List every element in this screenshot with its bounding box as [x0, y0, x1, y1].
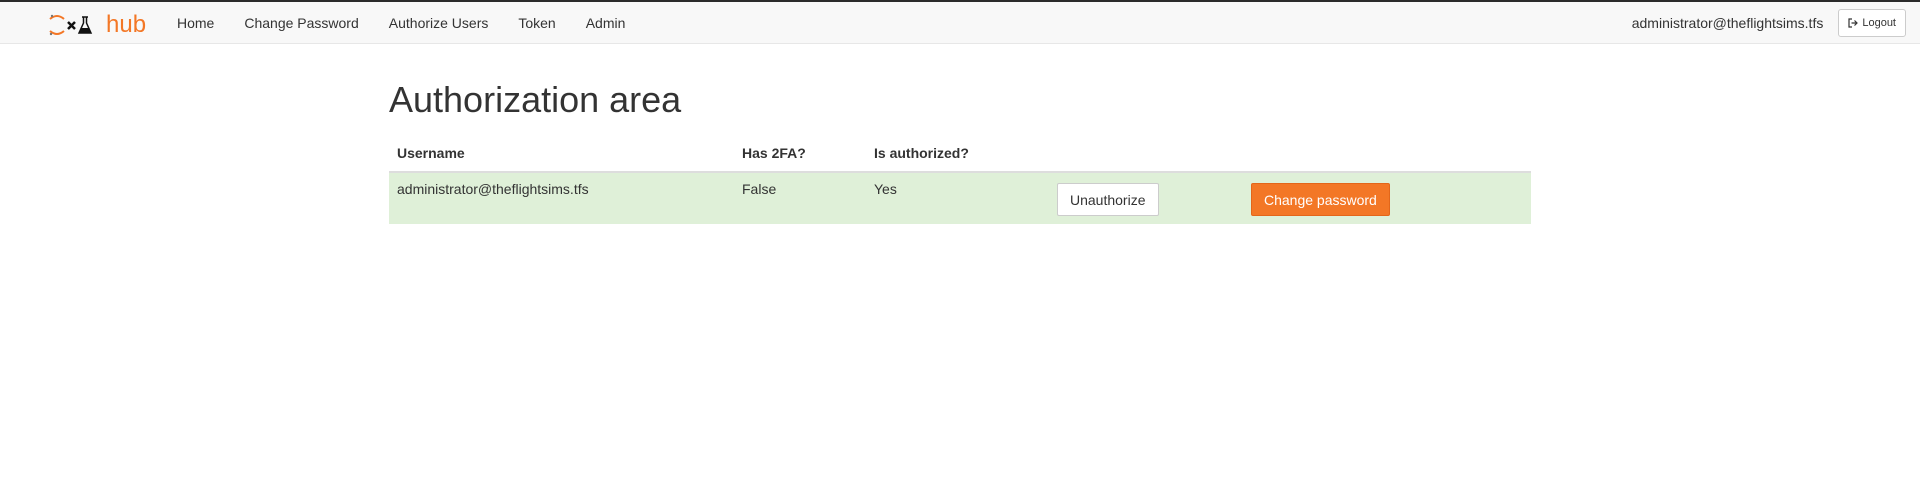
header-has-2fa: Has 2FA? [734, 134, 866, 173]
nav-admin[interactable]: Admin [571, 2, 641, 44]
cell-change-password: Change password [1243, 172, 1531, 224]
cell-has-2fa: False [734, 172, 866, 224]
nav-authorize-users[interactable]: Authorize Users [374, 2, 504, 44]
logout-label: Logout [1862, 17, 1896, 29]
main-content: Authorization area Username Has 2FA? Is … [389, 44, 1531, 224]
cell-is-authorized: Yes [866, 172, 1049, 224]
header-action-2 [1243, 134, 1531, 173]
nav-home[interactable]: Home [162, 2, 229, 44]
jupyter-logo-icon [49, 14, 93, 36]
header-is-authorized: Is authorized? [866, 134, 1049, 173]
table-header-row: Username Has 2FA? Is authorized? [389, 134, 1531, 173]
cell-unauthorize: Unauthorize [1049, 172, 1243, 224]
nav-links: Home Change Password Authorize Users Tok… [162, 2, 640, 44]
change-password-button[interactable]: Change password [1251, 183, 1390, 216]
nav-right: administrator@theflightsims.tfs Logout [1632, 2, 1906, 44]
logo-text: hub [106, 11, 147, 38]
nav-token[interactable]: Token [503, 2, 570, 44]
current-user: administrator@theflightsims.tfs [1631, 15, 1824, 31]
table-row: administrator@theflightsims.tfs False Ye… [389, 172, 1531, 224]
navbar: hub Home Change Password Authorize Users… [0, 2, 1920, 44]
sign-out-icon [1848, 18, 1859, 28]
cell-username: administrator@theflightsims.tfs [389, 172, 734, 224]
unauthorize-button[interactable]: Unauthorize [1057, 183, 1159, 216]
hub-logo[interactable]: hub [48, 11, 146, 39]
users-table: Username Has 2FA? Is authorized? adminis… [389, 134, 1531, 224]
header-action-1 [1049, 134, 1243, 173]
header-username: Username [389, 134, 734, 173]
page-title: Authorization area [389, 79, 682, 120]
logout-button[interactable]: Logout [1838, 9, 1906, 37]
nav-change-password[interactable]: Change Password [229, 2, 373, 44]
